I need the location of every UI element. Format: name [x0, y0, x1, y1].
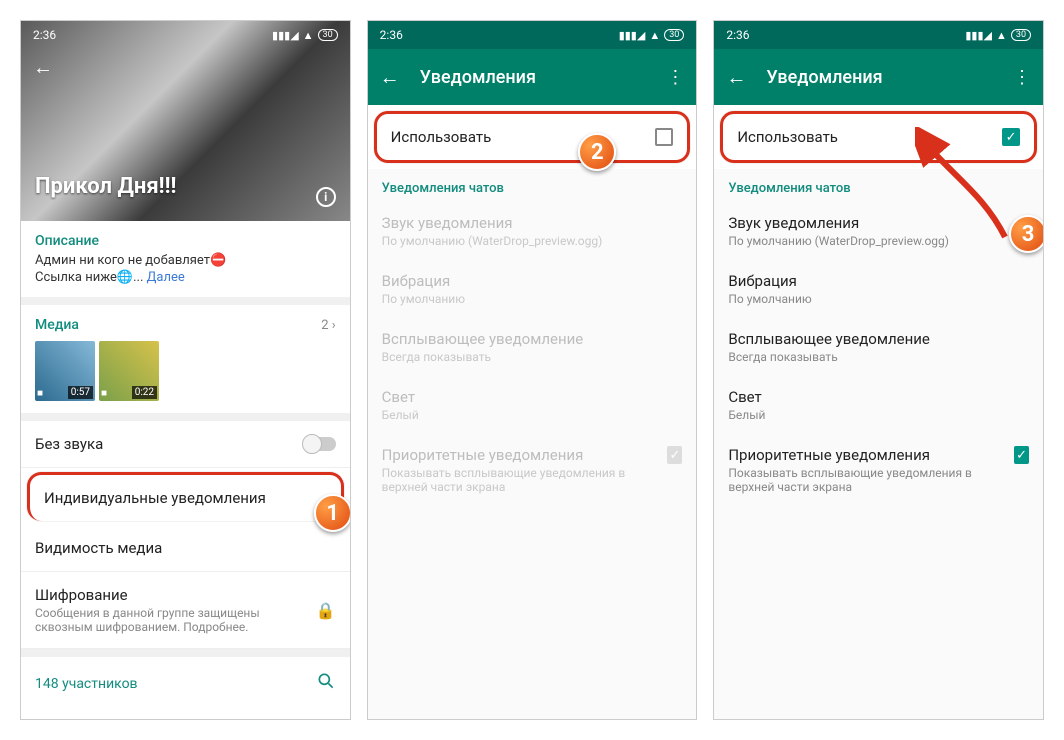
wifi-icon: ▲ [303, 29, 314, 42]
priority-row[interactable]: Приоритетные уведомления Показывать вспл… [714, 434, 1043, 506]
light-row: Свет Белый [368, 376, 697, 434]
use-label: Использовать [391, 128, 492, 146]
priority-row: Приоритетные уведомления Показывать вспл… [368, 434, 697, 506]
vibration-row[interactable]: Вибрация По умолчанию [714, 260, 1043, 318]
use-custom-row[interactable]: Использовать ✓ [720, 111, 1037, 163]
info-icon[interactable]: i [316, 187, 336, 207]
back-button[interactable]: ← [726, 65, 746, 90]
media-thumbnails: ■ 0:57 ■ 0:22 [35, 341, 336, 401]
participants-count: 148 участников [35, 676, 138, 692]
media-label: Медиа [35, 317, 79, 333]
participants-row[interactable]: 148 участников [21, 657, 350, 710]
screen-title: Уведомления [766, 67, 993, 88]
status-icons: ▮▮▮◢ ▲ 30 [619, 29, 685, 42]
popup-row[interactable]: Всплывающее уведомление Всегда показыват… [714, 318, 1043, 376]
use-custom-row[interactable]: Использовать [374, 111, 691, 163]
description-section[interactable]: Описание Админ ни кого не добавляет⛔ Ссы… [21, 221, 350, 305]
thumb-duration: 0:22 [132, 386, 157, 399]
status-bar: 2:36 ▮▮▮◢ ▲ 30 [21, 21, 350, 49]
overflow-menu-icon[interactable]: ⋮ [1013, 67, 1031, 88]
screen-notifications-enabled: 2:36 ▮▮▮◢ ▲ 30 ← Уведомления ⋮ Использов… [713, 20, 1044, 720]
media-visibility-label: Видимость медиа [35, 539, 162, 557]
popup-row: Всплывающее уведомление Всегда показыват… [368, 318, 697, 376]
app-bar: ← Уведомления ⋮ [714, 49, 1043, 105]
light-row[interactable]: Свет Белый [714, 376, 1043, 434]
encryption-row[interactable]: Шифрование Сообщения в данной группе защ… [21, 572, 350, 649]
sound-row[interactable]: Звук уведомления По умолчанию (WaterDrop… [714, 202, 1043, 260]
battery-icon: 30 [318, 29, 338, 41]
thumb-duration: 0:57 [68, 386, 93, 399]
wifi-icon: ▲ [996, 29, 1007, 42]
status-bar: 2:36 ▮▮▮◢ ▲ 30 [714, 21, 1043, 49]
priority-checkbox: ✓ [667, 446, 682, 464]
wifi-icon: ▲ [649, 29, 660, 42]
status-time: 2:36 [726, 28, 749, 42]
step-badge-3: 3 [1009, 215, 1044, 253]
media-section[interactable]: Медиа 2 › ■ 0:57 ■ 0:22 [21, 305, 350, 421]
battery-icon: 30 [664, 29, 684, 41]
back-button[interactable]: ← [33, 55, 53, 80]
use-checkbox-unchecked[interactable] [655, 128, 673, 146]
media-thumb-1[interactable]: ■ 0:57 [35, 341, 95, 401]
group-header-image: 2:36 ▮▮▮◢ ▲ 30 ← Прикол Дня!!! i [21, 21, 350, 221]
mute-toggle[interactable] [304, 437, 336, 451]
back-button[interactable]: ← [380, 65, 400, 90]
status-bar: 2:36 ▮▮▮◢ ▲ 30 [368, 21, 697, 49]
signal-icon: ▮▮▮◢ [965, 29, 992, 42]
step-badge-2: 2 [578, 133, 616, 171]
chat-notifications-label: Уведомления чатов [368, 169, 697, 202]
encryption-label: Шифрование [35, 586, 285, 604]
media-visibility-row[interactable]: Видимость медиа [21, 525, 350, 572]
custom-notifications-label: Индивидуальные уведомления [44, 489, 266, 507]
screen-title: Уведомления [420, 67, 647, 88]
video-camera-icon: ■ [101, 388, 107, 399]
use-label: Использовать [737, 128, 838, 146]
lock-icon: 🔒 [316, 601, 336, 620]
mute-row[interactable]: Без звука [21, 421, 350, 468]
custom-notifications-row[interactable]: Индивидуальные уведомления [27, 472, 344, 521]
priority-checkbox[interactable]: ✓ [1014, 446, 1029, 464]
overflow-menu-icon[interactable]: ⋮ [666, 67, 684, 88]
search-icon[interactable] [316, 671, 336, 696]
admin-note: Админ ни кого не добавляет⛔ [35, 253, 336, 268]
media-thumb-2[interactable]: ■ 0:22 [99, 341, 159, 401]
status-time: 2:36 [33, 28, 56, 42]
signal-icon: ▮▮▮◢ [619, 29, 646, 42]
app-bar: ← Уведомления ⋮ [368, 49, 697, 105]
chat-notifications-label: Уведомления чатов [714, 169, 1043, 202]
battery-icon: 30 [1011, 29, 1031, 41]
status-icons: ▮▮▮◢ ▲ 30 [965, 29, 1031, 42]
more-link[interactable]: Далее [147, 270, 185, 285]
screen-group-info: 2:36 ▮▮▮◢ ▲ 30 ← Прикол Дня!!! i Описани… [20, 20, 351, 720]
link-line: Ссылка ниже🌐... Далее [35, 270, 336, 285]
signal-icon: ▮▮▮◢ [272, 29, 299, 42]
video-camera-icon: ■ [37, 388, 43, 399]
encryption-sub: Сообщения в данной группе защищены сквоз… [35, 606, 285, 634]
screen-notifications-disabled: 2:36 ▮▮▮◢ ▲ 30 ← Уведомления ⋮ Использов… [367, 20, 698, 720]
step-badge-1: 1 [314, 494, 351, 532]
media-count: 2 › [321, 318, 335, 333]
description-label: Описание [35, 233, 336, 249]
use-checkbox-checked[interactable]: ✓ [1002, 128, 1020, 146]
vibration-row: Вибрация По умолчанию [368, 260, 697, 318]
status-time: 2:36 [380, 28, 403, 42]
sound-row: Звук уведомления По умолчанию (WaterDrop… [368, 202, 697, 260]
mute-label: Без звука [35, 435, 103, 453]
status-icons: ▮▮▮◢ ▲ 30 [272, 29, 338, 42]
group-title: Прикол Дня!!! [35, 174, 176, 199]
